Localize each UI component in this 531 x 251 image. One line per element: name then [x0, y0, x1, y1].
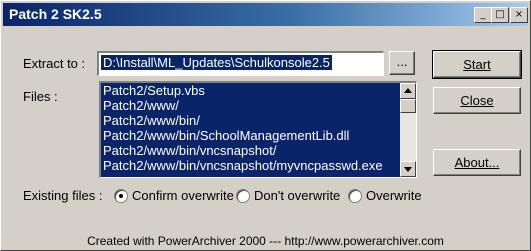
dont-overwrite-label[interactable]: Don't overwrite — [254, 188, 340, 203]
extract-label: Extract to : — [23, 56, 86, 71]
extract-path-input[interactable]: D:\Install\ML_Updates\Schulkonsole2.5 — [97, 51, 384, 76]
files-list[interactable]: Patch2/Setup.vbs Patch2/www/ Patch2/www/… — [99, 81, 417, 178]
footer-credit: Created with PowerArchiver 2000 --- http… — [87, 234, 444, 248]
list-item[interactable]: Patch2/Setup.vbs — [101, 83, 416, 98]
title-bar[interactable]: Patch 2 SK2.5 _ □ × — [3, 3, 528, 26]
start-label: Start — [463, 57, 491, 72]
arrow-down-icon — [404, 167, 412, 172]
window-title: Patch 2 SK2.5 — [9, 6, 102, 22]
overwrite-label[interactable]: Overwrite — [366, 188, 422, 203]
close-label: Close — [460, 93, 494, 108]
radio-confirm-overwrite[interactable] — [114, 189, 128, 203]
close-button[interactable]: Close — [433, 87, 521, 114]
files-scrollbar[interactable] — [400, 83, 416, 177]
patch-dialog: Patch 2 SK2.5 _ □ × Extract to : D:\Inst… — [0, 0, 531, 251]
files-label: Files : — [23, 89, 58, 104]
list-item[interactable]: Patch2/www/bin/SchoolManagementLib.dll — [101, 128, 416, 143]
extract-path-value: D:\Install\ML_Updates\Schulkonsole2.5 — [101, 55, 332, 70]
scroll-thumb[interactable] — [400, 99, 416, 113]
about-label: About... — [454, 155, 500, 170]
existing-files-label: Existing files : — [23, 188, 103, 203]
list-item[interactable]: Patch2/www/bin/ — [101, 113, 416, 128]
arrow-up-icon — [404, 88, 412, 93]
close-window-button[interactable]: × — [510, 7, 528, 23]
confirm-overwrite-label[interactable]: Confirm overwrite — [132, 188, 234, 203]
scroll-down-button[interactable] — [400, 161, 416, 177]
about-button[interactable]: About... — [433, 149, 521, 176]
start-button[interactable]: Start — [432, 50, 522, 79]
browse-button[interactable]: ... — [389, 51, 415, 75]
list-item[interactable]: Patch2/www/ — [101, 98, 416, 113]
radio-overwrite[interactable] — [348, 189, 362, 203]
radio-selected-dot — [119, 194, 123, 198]
list-item[interactable]: Patch2/www/bin/vncsnapshot/myvncpasswd.e… — [101, 158, 416, 173]
radio-dont-overwrite[interactable] — [236, 189, 250, 203]
minimize-button[interactable]: _ — [474, 7, 492, 23]
scroll-up-button[interactable] — [400, 83, 416, 99]
list-item[interactable]: Patch2/www/bin/vncsnapshot/ — [101, 143, 416, 158]
maximize-button[interactable]: □ — [491, 7, 509, 23]
